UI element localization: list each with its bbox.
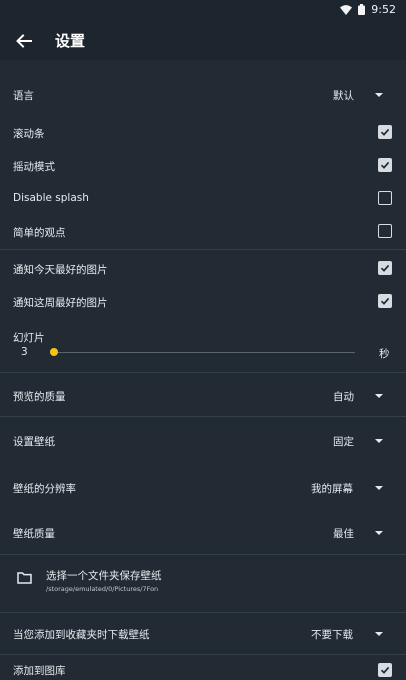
download-on-favorite-setting[interactable]: 当您添加到收藏夹时下载壁纸 不要下载 (0, 618, 406, 648)
slideshow-slider-track[interactable] (54, 352, 355, 353)
battery-icon (358, 4, 366, 15)
notify-today-setting[interactable]: 通知今天最好的图片 (0, 252, 406, 282)
divider (0, 612, 406, 613)
notify-today-label: 通知今天最好的图片 (13, 264, 108, 276)
scrollbar-checkbox[interactable] (378, 125, 392, 139)
scrollbar-label: 滚动条 (13, 128, 45, 140)
preview-quality-setting[interactable]: 预览的质量 自动 (0, 380, 406, 410)
wallpaper-quality-setting[interactable]: 壁纸质量 最佳 (0, 517, 406, 547)
save-folder-path: /storage/emulated/0/Pictures/7Fon (46, 585, 159, 593)
wallpaper-resolution-label: 壁纸的分辨率 (13, 483, 76, 495)
wallpaper-resolution-setting[interactable]: 壁纸的分辨率 我的屏幕 (0, 472, 406, 502)
divider (0, 372, 406, 373)
settings-list: 语言 默认 滚动条 摇动模式 Disable splash 简单的观点 通知今天… (0, 60, 406, 680)
back-arrow-icon[interactable] (13, 30, 35, 52)
add-to-gallery-checkbox[interactable] (378, 663, 392, 677)
disable-splash-checkbox[interactable] (378, 191, 392, 205)
notify-week-setting[interactable]: 通知这周最好的图片 (0, 285, 406, 315)
wallpaper-resolution-value: 我的屏幕 (311, 483, 353, 495)
chevron-down-icon (375, 632, 383, 636)
page-title: 设置 (55, 32, 86, 50)
slideshow-unit: 秒 (379, 348, 390, 360)
notify-today-checkbox[interactable] (378, 261, 392, 275)
app-toolbar: 设置 (0, 22, 406, 60)
checkmark-icon (380, 666, 390, 674)
disable-splash-label: Disable splash (13, 192, 89, 204)
notify-week-label: 通知这周最好的图片 (13, 297, 108, 309)
slideshow-slider-thumb[interactable] (50, 348, 58, 356)
language-label: 语言 (13, 90, 34, 102)
save-folder-label: 选择一个文件夹保存壁纸 (46, 570, 162, 582)
preview-quality-value: 自动 (333, 391, 354, 403)
chevron-down-icon (375, 93, 383, 97)
notify-week-checkbox[interactable] (378, 294, 392, 308)
slideshow-label: 幻灯片 (13, 332, 45, 344)
chevron-down-icon (375, 531, 383, 535)
simple-view-checkbox[interactable] (378, 224, 392, 238)
slideshow-setting: 幻灯片 3 秒 (0, 325, 406, 369)
slideshow-value: 3 (21, 346, 28, 358)
language-value: 默认 (333, 90, 354, 102)
set-wallpaper-label: 设置壁纸 (13, 436, 55, 448)
download-on-favorite-label: 当您添加到收藏夹时下载壁纸 (13, 629, 150, 641)
parallax-setting[interactable]: 摇动模式 (0, 149, 406, 179)
set-wallpaper-value: 固定 (333, 436, 354, 448)
checkmark-icon (380, 161, 390, 169)
add-to-gallery-label: 添加到图库 (13, 665, 66, 677)
checkmark-icon (380, 264, 390, 272)
download-on-favorite-value: 不要下载 (311, 629, 353, 641)
save-folder-setting[interactable]: 选择一个文件夹保存壁纸 /storage/emulated/0/Pictures… (0, 560, 406, 604)
wallpaper-quality-label: 壁纸质量 (13, 528, 55, 540)
chevron-down-icon (375, 486, 383, 490)
status-bar: 9:52 (0, 0, 406, 22)
wallpaper-quality-value: 最佳 (333, 528, 354, 540)
simple-view-setting[interactable]: 简单的观点 (0, 215, 406, 245)
preview-quality-label: 预览的质量 (13, 391, 66, 403)
simple-view-label: 简单的观点 (13, 227, 66, 239)
divider (0, 654, 406, 655)
chevron-down-icon (375, 439, 383, 443)
divider (0, 416, 406, 417)
status-time: 9:52 (371, 3, 396, 16)
wifi-icon (340, 4, 353, 15)
checkmark-icon (380, 128, 390, 136)
parallax-checkbox[interactable] (378, 158, 392, 172)
divider (0, 249, 406, 250)
scrollbar-setting[interactable]: 滚动条 (0, 116, 406, 146)
parallax-label: 摇动模式 (13, 161, 55, 173)
checkmark-icon (380, 297, 390, 305)
chevron-down-icon (375, 394, 383, 398)
set-wallpaper-setting[interactable]: 设置壁纸 固定 (0, 425, 406, 455)
disable-splash-setting[interactable]: Disable splash (0, 182, 406, 212)
folder-icon (17, 572, 32, 584)
divider (0, 554, 406, 555)
language-setting[interactable]: 语言 默认 (0, 80, 406, 110)
add-to-gallery-setting[interactable]: 添加到图库 (0, 660, 406, 680)
